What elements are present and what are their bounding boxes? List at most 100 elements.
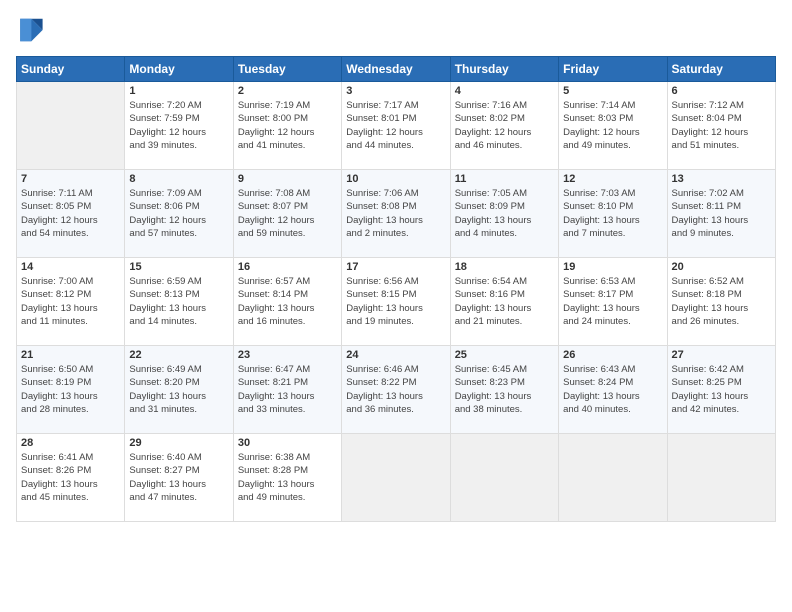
calendar-cell: 5 Sunrise: 7:14 AM Sunset: 8:03 PM Daylig… bbox=[559, 82, 667, 170]
day-info: Sunrise: 7:03 AM Sunset: 8:10 PM Dayligh… bbox=[563, 187, 662, 240]
calendar-cell bbox=[559, 434, 667, 522]
day-number: 28 bbox=[21, 437, 120, 449]
weekday-header-monday: Monday bbox=[125, 57, 233, 82]
calendar-table: SundayMondayTuesdayWednesdayThursdayFrid… bbox=[16, 56, 776, 522]
calendar-cell: 11Sunrise: 7:05 AM Sunset: 8:09 PM Dayli… bbox=[450, 170, 558, 258]
day-info: Sunrise: 7:11 AM Sunset: 8:05 PM Dayligh… bbox=[21, 187, 120, 240]
calendar-cell: 20 Sunrise: 6:52 AM Sunset: 8:18 PM Dayli… bbox=[667, 258, 775, 346]
week-row-5: 28 Sunrise: 6:41 AM Sunset: 8:26 PM Dayli… bbox=[17, 434, 776, 522]
calendar-cell: 1 Sunrise: 7:20 AM Sunset: 7:59 PM Daylig… bbox=[125, 82, 233, 170]
calendar-cell: 17Sunrise: 6:56 AM Sunset: 8:15 PM Dayli… bbox=[342, 258, 450, 346]
day-info: Sunrise: 6:50 AM Sunset: 8:19 PM Dayligh… bbox=[21, 363, 120, 416]
day-number: 2 bbox=[238, 85, 337, 97]
day-number: 14 bbox=[21, 261, 120, 273]
calendar-cell: 21 Sunrise: 6:50 AM Sunset: 8:19 PM Dayli… bbox=[17, 346, 125, 434]
day-info: Sunrise: 7:14 AM Sunset: 8:03 PM Dayligh… bbox=[563, 99, 662, 152]
day-info: Sunrise: 6:43 AM Sunset: 8:24 PM Dayligh… bbox=[563, 363, 662, 416]
calendar-cell bbox=[667, 434, 775, 522]
day-number: 5 bbox=[563, 85, 662, 97]
logo bbox=[16, 16, 48, 44]
weekday-header-sunday: Sunday bbox=[17, 57, 125, 82]
day-info: Sunrise: 6:59 AM Sunset: 8:13 PM Dayligh… bbox=[129, 275, 228, 328]
calendar-cell: 4 Sunrise: 7:16 AM Sunset: 8:02 PM Daylig… bbox=[450, 82, 558, 170]
calendar-cell: 28 Sunrise: 6:41 AM Sunset: 8:26 PM Dayli… bbox=[17, 434, 125, 522]
calendar-cell: 2 Sunrise: 7:19 AM Sunset: 8:00 PM Daylig… bbox=[233, 82, 341, 170]
day-number: 25 bbox=[455, 349, 554, 361]
calendar-cell: 7 Sunrise: 7:11 AM Sunset: 8:05 PM Daylig… bbox=[17, 170, 125, 258]
calendar-cell: 19 Sunrise: 6:53 AM Sunset: 8:17 PM Dayli… bbox=[559, 258, 667, 346]
day-info: Sunrise: 7:16 AM Sunset: 8:02 PM Dayligh… bbox=[455, 99, 554, 152]
day-number: 21 bbox=[21, 349, 120, 361]
day-info: Sunrise: 6:54 AM Sunset: 8:16 PM Dayligh… bbox=[455, 275, 554, 328]
day-number: 20 bbox=[672, 261, 771, 273]
week-row-4: 21 Sunrise: 6:50 AM Sunset: 8:19 PM Dayli… bbox=[17, 346, 776, 434]
weekday-header-row: SundayMondayTuesdayWednesdayThursdayFrid… bbox=[17, 57, 776, 82]
day-number: 11 bbox=[455, 173, 554, 185]
week-row-2: 7 Sunrise: 7:11 AM Sunset: 8:05 PM Daylig… bbox=[17, 170, 776, 258]
calendar-cell: 26 Sunrise: 6:43 AM Sunset: 8:24 PM Dayli… bbox=[559, 346, 667, 434]
day-info: Sunrise: 6:57 AM Sunset: 8:14 PM Dayligh… bbox=[238, 275, 337, 328]
day-info: Sunrise: 6:49 AM Sunset: 8:20 PM Dayligh… bbox=[129, 363, 228, 416]
day-info: Sunrise: 7:17 AM Sunset: 8:01 PM Dayligh… bbox=[346, 99, 445, 152]
weekday-header-tuesday: Tuesday bbox=[233, 57, 341, 82]
day-info: Sunrise: 7:02 AM Sunset: 8:11 PM Dayligh… bbox=[672, 187, 771, 240]
day-info: Sunrise: 6:45 AM Sunset: 8:23 PM Dayligh… bbox=[455, 363, 554, 416]
logo-icon bbox=[16, 16, 44, 44]
calendar-cell: 6Sunrise: 7:12 AM Sunset: 8:04 PM Daylig… bbox=[667, 82, 775, 170]
weekday-header-wednesday: Wednesday bbox=[342, 57, 450, 82]
calendar-cell: 8 Sunrise: 7:09 AM Sunset: 8:06 PM Daylig… bbox=[125, 170, 233, 258]
day-number: 13 bbox=[672, 173, 771, 185]
day-info: Sunrise: 7:08 AM Sunset: 8:07 PM Dayligh… bbox=[238, 187, 337, 240]
day-number: 4 bbox=[455, 85, 554, 97]
day-number: 16 bbox=[238, 261, 337, 273]
day-number: 10 bbox=[346, 173, 445, 185]
day-number: 12 bbox=[563, 173, 662, 185]
calendar-cell: 13 Sunrise: 7:02 AM Sunset: 8:11 PM Dayli… bbox=[667, 170, 775, 258]
day-number: 7 bbox=[21, 173, 120, 185]
calendar-cell: 15 Sunrise: 6:59 AM Sunset: 8:13 PM Dayli… bbox=[125, 258, 233, 346]
calendar-cell: 30 Sunrise: 6:38 AM Sunset: 8:28 PM Dayli… bbox=[233, 434, 341, 522]
day-info: Sunrise: 7:06 AM Sunset: 8:08 PM Dayligh… bbox=[346, 187, 445, 240]
day-number: 1 bbox=[129, 85, 228, 97]
day-info: Sunrise: 6:53 AM Sunset: 8:17 PM Dayligh… bbox=[563, 275, 662, 328]
main-container: SundayMondayTuesdayWednesdayThursdayFrid… bbox=[0, 0, 792, 532]
calendar-cell: 16 Sunrise: 6:57 AM Sunset: 8:14 PM Dayli… bbox=[233, 258, 341, 346]
day-number: 24 bbox=[346, 349, 445, 361]
calendar-cell: 23 Sunrise: 6:47 AM Sunset: 8:21 PM Dayli… bbox=[233, 346, 341, 434]
day-number: 15 bbox=[129, 261, 228, 273]
day-info: Sunrise: 7:09 AM Sunset: 8:06 PM Dayligh… bbox=[129, 187, 228, 240]
day-info: Sunrise: 7:20 AM Sunset: 7:59 PM Dayligh… bbox=[129, 99, 228, 152]
calendar-cell: 3Sunrise: 7:17 AM Sunset: 8:01 PM Daylig… bbox=[342, 82, 450, 170]
day-number: 29 bbox=[129, 437, 228, 449]
weekday-header-friday: Friday bbox=[559, 57, 667, 82]
day-info: Sunrise: 6:38 AM Sunset: 8:28 PM Dayligh… bbox=[238, 451, 337, 504]
calendar-cell: 27 Sunrise: 6:42 AM Sunset: 8:25 PM Dayli… bbox=[667, 346, 775, 434]
day-number: 9 bbox=[238, 173, 337, 185]
calendar-cell: 10 Sunrise: 7:06 AM Sunset: 8:08 PM Dayli… bbox=[342, 170, 450, 258]
day-number: 26 bbox=[563, 349, 662, 361]
day-info: Sunrise: 6:47 AM Sunset: 8:21 PM Dayligh… bbox=[238, 363, 337, 416]
calendar-cell: 14 Sunrise: 7:00 AM Sunset: 8:12 PM Dayli… bbox=[17, 258, 125, 346]
day-number: 19 bbox=[563, 261, 662, 273]
day-number: 8 bbox=[129, 173, 228, 185]
day-info: Sunrise: 6:52 AM Sunset: 8:18 PM Dayligh… bbox=[672, 275, 771, 328]
calendar-cell: 25 Sunrise: 6:45 AM Sunset: 8:23 PM Dayli… bbox=[450, 346, 558, 434]
week-row-1: 1 Sunrise: 7:20 AM Sunset: 7:59 PM Daylig… bbox=[17, 82, 776, 170]
day-number: 27 bbox=[672, 349, 771, 361]
day-info: Sunrise: 7:19 AM Sunset: 8:00 PM Dayligh… bbox=[238, 99, 337, 152]
calendar-cell: 12 Sunrise: 7:03 AM Sunset: 8:10 PM Dayli… bbox=[559, 170, 667, 258]
calendar-cell bbox=[450, 434, 558, 522]
week-row-3: 14 Sunrise: 7:00 AM Sunset: 8:12 PM Dayli… bbox=[17, 258, 776, 346]
day-info: Sunrise: 7:00 AM Sunset: 8:12 PM Dayligh… bbox=[21, 275, 120, 328]
calendar-cell bbox=[17, 82, 125, 170]
day-info: Sunrise: 6:41 AM Sunset: 8:26 PM Dayligh… bbox=[21, 451, 120, 504]
day-info: Sunrise: 6:42 AM Sunset: 8:25 PM Dayligh… bbox=[672, 363, 771, 416]
calendar-cell: 29 Sunrise: 6:40 AM Sunset: 8:27 PM Dayli… bbox=[125, 434, 233, 522]
calendar-cell bbox=[342, 434, 450, 522]
day-number: 23 bbox=[238, 349, 337, 361]
day-number: 17 bbox=[346, 261, 445, 273]
day-info: Sunrise: 6:40 AM Sunset: 8:27 PM Dayligh… bbox=[129, 451, 228, 504]
calendar-cell: 22Sunrise: 6:49 AM Sunset: 8:20 PM Dayli… bbox=[125, 346, 233, 434]
day-info: Sunrise: 6:46 AM Sunset: 8:22 PM Dayligh… bbox=[346, 363, 445, 416]
day-number: 30 bbox=[238, 437, 337, 449]
